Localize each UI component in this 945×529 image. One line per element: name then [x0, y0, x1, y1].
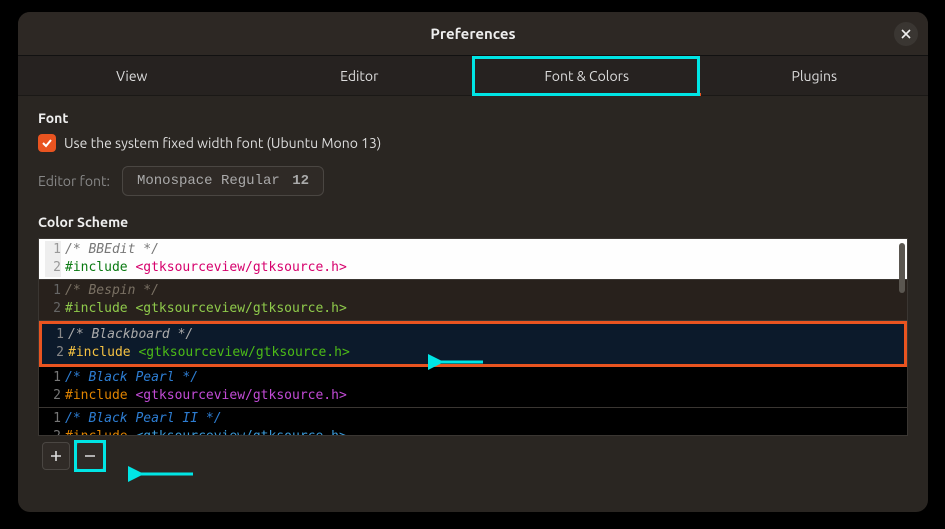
scheme-path: <gtksourceview/gtksource.h>: [135, 260, 346, 275]
add-scheme-button[interactable]: [42, 442, 70, 470]
window-title: Preferences: [430, 25, 515, 42]
scheme-comment: /* BBEdit */: [65, 242, 159, 257]
scheme-item-black-pearl[interactable]: 1 /* Black Pearl */ 2 #include <gtksourcev…: [39, 367, 907, 408]
color-scheme-heading: Color Scheme: [38, 214, 908, 230]
tab-view[interactable]: View: [18, 56, 246, 95]
line-number: 1: [48, 326, 64, 344]
scheme-include: #include: [65, 388, 128, 403]
scheme-comment: /* Blackboard */: [68, 327, 193, 342]
editor-font-name: Monospace Regular: [137, 173, 280, 189]
tab-plugins[interactable]: Plugins: [701, 56, 929, 95]
content-area: Font Use the system fixed width font (Ub…: [18, 96, 928, 470]
scheme-path: <gtksourceview/gtksource.h>: [135, 388, 346, 403]
scheme-include: #include: [68, 345, 131, 360]
scheme-include: #include: [65, 260, 128, 275]
tab-plugins-label: Plugins: [791, 68, 837, 84]
check-icon: [41, 137, 53, 149]
scheme-path: <gtksourceview/gtksource.h>: [138, 345, 349, 360]
scheme-item-black-pearl-ii[interactable]: 1 /* Black Pearl II */ 2 #include <gtksour…: [39, 408, 907, 436]
color-scheme-list[interactable]: 1 /* BBEdit */ 2 #include <gtksourceview/g…: [38, 238, 908, 436]
system-font-label: Use the system fixed width font (Ubuntu …: [64, 135, 381, 151]
line-number: 2: [45, 387, 61, 405]
titlebar: Preferences: [18, 12, 928, 56]
editor-font-row: Editor font: Monospace Regular 12: [38, 166, 908, 196]
scheme-item-bbedit[interactable]: 1 /* BBEdit */ 2 #include <gtksourceview/g…: [39, 239, 907, 280]
plus-icon: [49, 449, 63, 463]
scheme-item-blackboard-selected[interactable]: 1 /* Blackboard */ 2 #include <gtksourcevi…: [39, 321, 907, 367]
editor-font-label: Editor font:: [38, 173, 110, 189]
scheme-toolbar: [38, 436, 908, 470]
minus-icon: [83, 449, 97, 463]
line-number: 1: [45, 369, 61, 387]
preferences-window: Preferences View Editor Font & Colors Pl…: [18, 12, 928, 512]
editor-font-button[interactable]: Monospace Regular 12: [122, 166, 324, 196]
remove-scheme-button[interactable]: [76, 442, 104, 470]
editor-font-size: 12: [292, 173, 309, 189]
line-number: 2: [45, 259, 61, 277]
tab-bar: View Editor Font & Colors Plugins: [18, 56, 928, 96]
line-number: 2: [45, 300, 61, 318]
tab-fonts-colors[interactable]: Font & Colors: [473, 56, 701, 95]
line-number: 1: [45, 410, 61, 428]
scheme-path: <gtksourceview/gtksource.h>: [135, 429, 346, 436]
tab-editor[interactable]: Editor: [246, 56, 474, 95]
tab-fonts-label: Font & Colors: [544, 68, 629, 84]
line-number: 2: [45, 428, 61, 436]
scheme-scrollbar[interactable]: [899, 243, 905, 293]
scheme-item-bespin[interactable]: 1 /* Bespin */ 2 #include <gtksourceview/g…: [39, 280, 907, 321]
font-heading: Font: [38, 110, 908, 126]
tab-view-label: View: [116, 68, 147, 84]
line-number: 2: [48, 344, 64, 362]
scheme-comment: /* Black Pearl II */: [65, 411, 222, 426]
scheme-include: #include: [65, 301, 128, 316]
scheme-comment: /* Black Pearl */: [65, 370, 198, 385]
line-number: 1: [45, 241, 61, 259]
close-button[interactable]: [894, 22, 918, 46]
system-font-checkbox[interactable]: [38, 134, 56, 152]
scheme-path: <gtksourceview/gtksource.h>: [135, 301, 346, 316]
scheme-include: #include: [65, 429, 128, 436]
system-font-row: Use the system fixed width font (Ubuntu …: [38, 134, 908, 152]
line-number: 1: [45, 282, 61, 300]
tab-editor-label: Editor: [340, 68, 378, 84]
scheme-comment: /* Bespin */: [65, 283, 159, 298]
close-icon: [901, 29, 911, 39]
